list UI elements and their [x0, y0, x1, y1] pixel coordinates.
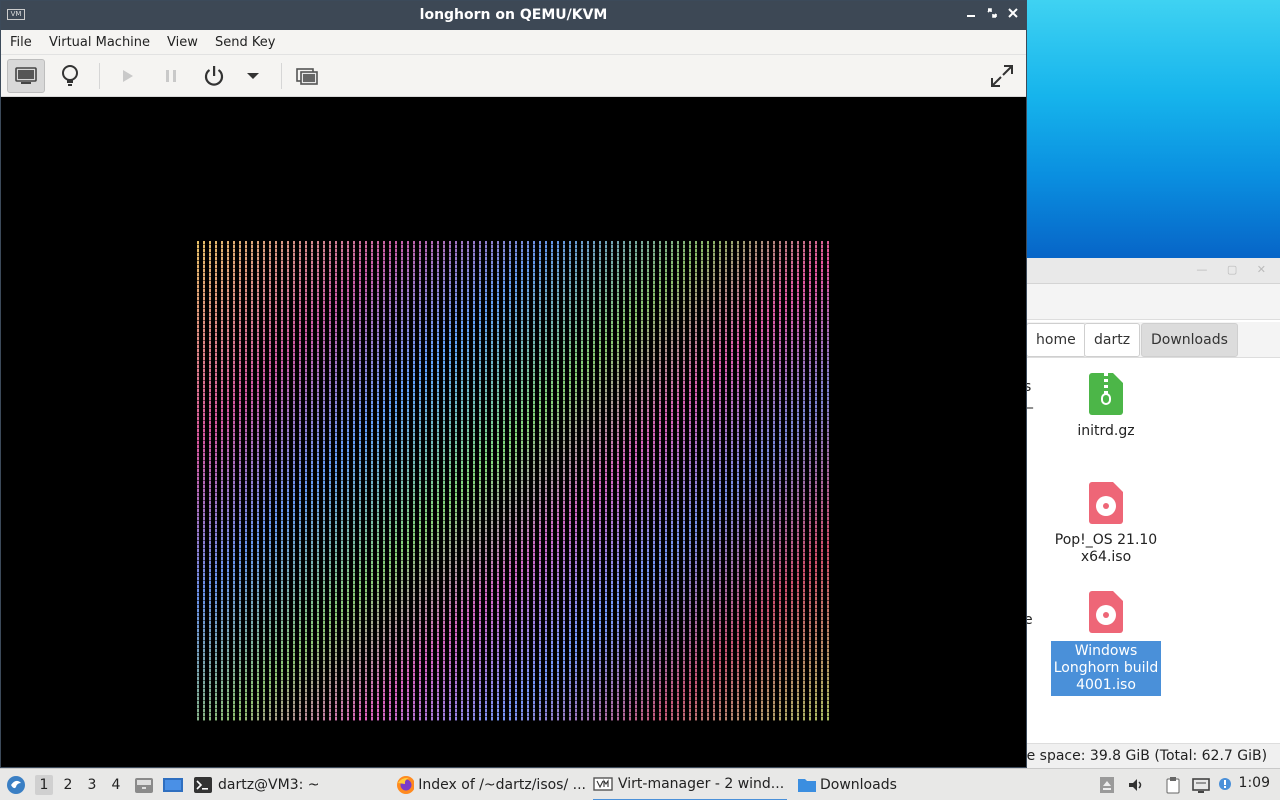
clock[interactable]: 1:09: [1239, 775, 1270, 791]
task-label: dartz@VM3: ~: [218, 777, 320, 793]
file-item[interactable]: Pop!_OS 21.10 x64.iso: [1051, 482, 1161, 566]
file-label: Pop!_OS 21.10 x64.iso: [1054, 532, 1158, 565]
pause-button[interactable]: [152, 59, 190, 93]
drawer-icon: [135, 778, 153, 793]
vm-display[interactable]: [1, 97, 1026, 767]
vm-console-window[interactable]: VM longhorn on QEMU/KVM File Virtual Mac…: [0, 0, 1027, 768]
task-firefox[interactable]: Index of /~dartz/isos/ ...: [396, 769, 586, 800]
file-manager-titlebar[interactable]: — ▢ ✕: [1022, 258, 1280, 284]
archive-icon: [1089, 373, 1123, 415]
snapshots-button[interactable]: [288, 59, 326, 93]
file-manager-toolbar: [1022, 284, 1280, 320]
breadcrumb: home dartz Downloads: [1022, 322, 1280, 358]
guest-screen[interactable]: [197, 241, 833, 721]
virt-manager-icon: [593, 777, 613, 791]
breadcrumb-dartz[interactable]: dartz: [1084, 323, 1141, 357]
window-titlebar[interactable]: VM longhorn on QEMU/KVM: [1, 1, 1026, 30]
disc-image-icon: [1089, 591, 1123, 633]
workspace-4[interactable]: 4: [107, 775, 125, 795]
file-label: initrd.gz: [1077, 423, 1135, 439]
folder-icon: [798, 779, 816, 792]
task-label: Index of /~dartz/isos/ ...: [418, 777, 586, 793]
pause-icon: [166, 70, 176, 82]
file-item[interactable]: initrd.gz: [1051, 373, 1161, 440]
file-label: Windows Longhorn build 4001.iso: [1051, 641, 1161, 696]
status-bar: ee space: 39.8 GiB (Total: 62.7 GiB): [1022, 743, 1280, 768]
firefox-icon: [397, 776, 415, 794]
menu-file[interactable]: File: [10, 35, 32, 50]
clipboard-icon[interactable]: [1164, 776, 1182, 794]
console-button[interactable]: [7, 59, 45, 93]
menu-view[interactable]: View: [167, 35, 198, 50]
workspace-3[interactable]: 3: [83, 775, 101, 795]
file-manager-window[interactable]: — ▢ ✕ home dartz Downloads s _ . e initr…: [1022, 258, 1280, 768]
terminal-icon: [194, 777, 212, 793]
task-label: Virt-manager - 2 wind...: [618, 776, 785, 792]
show-desktop-button[interactable]: [162, 769, 184, 800]
task-virt-manager[interactable]: Virt-manager - 2 wind...: [593, 769, 787, 800]
run-button[interactable]: [108, 59, 146, 93]
menu-send-key[interactable]: Send Key: [215, 35, 275, 50]
file-item-selected[interactable]: Windows Longhorn build 4001.iso: [1051, 591, 1161, 696]
window-controls: — ▢ ✕: [1196, 263, 1274, 276]
lightbulb-icon: [62, 65, 78, 86]
toolbar-separator: [281, 63, 282, 89]
menu-bar: File Virtual Machine View Send Key: [1, 30, 1026, 55]
fullscreen-button[interactable]: [983, 59, 1021, 93]
desktop-icon: [163, 778, 183, 792]
eject-icon[interactable]: [1098, 776, 1116, 794]
file-grid: s _ . e initrd.gz Pop!_OS 21.10 x64.iso …: [1022, 359, 1280, 743]
workspace-1[interactable]: 1: [35, 775, 53, 795]
file-manager-launcher[interactable]: [134, 769, 154, 800]
minimize-icon[interactable]: [962, 6, 980, 24]
breadcrumb-downloads[interactable]: Downloads: [1141, 323, 1238, 357]
fullscreen-icon: [991, 65, 1013, 87]
toolbar-separator: [99, 63, 100, 89]
maximize-icon[interactable]: [983, 6, 1001, 24]
free-space-label: ee space: 39.8 GiB (Total: 62.7 GiB): [1022, 748, 1268, 764]
task-downloads[interactable]: Downloads: [797, 769, 937, 800]
workspace-2[interactable]: 2: [59, 775, 77, 795]
play-icon: [123, 70, 133, 82]
taskbar: 1 2 3 4 dartz@VM3: ~ Index of /~dartz/is…: [0, 768, 1280, 800]
breadcrumb-home[interactable]: home: [1026, 323, 1086, 357]
shutdown-button[interactable]: [195, 59, 233, 93]
network-icon[interactable]: [1192, 776, 1210, 794]
snapshots-icon: [296, 68, 318, 85]
vm-toolbar: [1, 55, 1026, 97]
task-terminal[interactable]: dartz@VM3: ~: [193, 769, 383, 800]
app-menu-icon: [7, 776, 25, 794]
close-icon[interactable]: [1004, 6, 1022, 24]
monitor-icon: [15, 67, 37, 84]
window-title: longhorn on QEMU/KVM: [419, 7, 608, 23]
shutdown-menu-button[interactable]: [234, 59, 272, 93]
start-menu-button[interactable]: [5, 769, 27, 800]
disc-image-icon: [1089, 482, 1123, 524]
menu-virtual-machine[interactable]: Virtual Machine: [49, 35, 150, 50]
volume-icon[interactable]: [1127, 776, 1145, 794]
chevron-down-icon: [247, 73, 259, 79]
notification-icon[interactable]: [1218, 776, 1236, 794]
power-icon: [204, 66, 224, 86]
task-label: Downloads: [820, 777, 897, 793]
details-button[interactable]: [51, 59, 89, 93]
